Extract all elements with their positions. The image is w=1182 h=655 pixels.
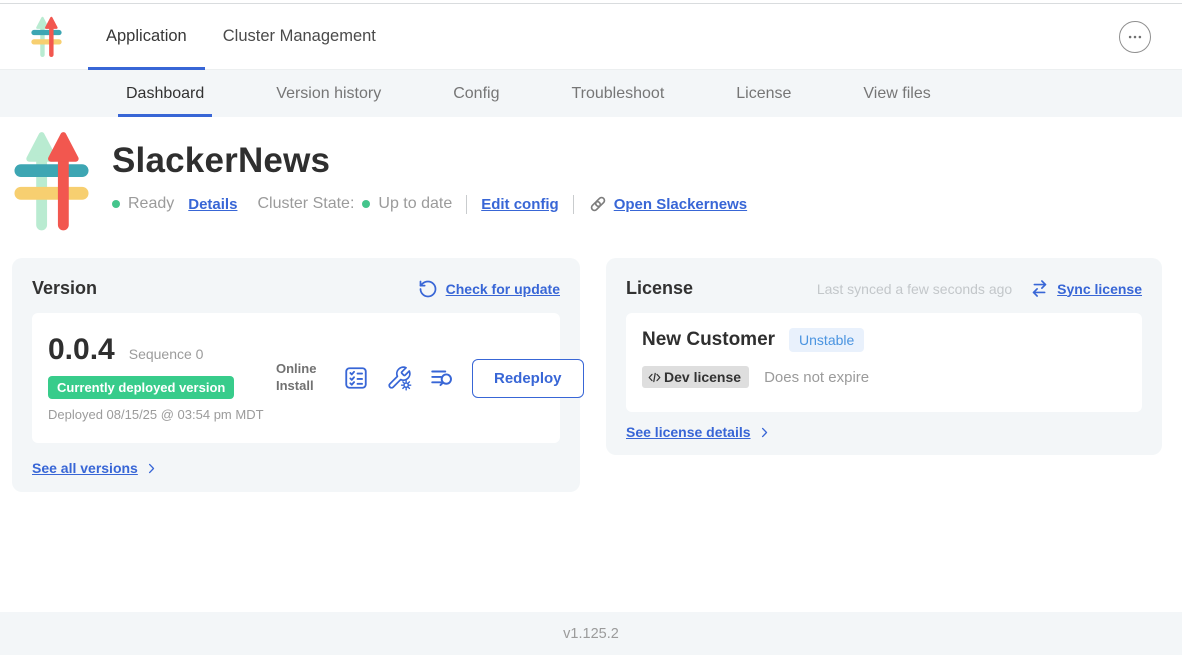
sync-license-link[interactable]: Sync license: [1057, 281, 1142, 297]
subtab-view-files-label: View files: [863, 85, 930, 103]
cluster-state-dot: [362, 200, 370, 208]
check-for-update-link[interactable]: Check for update: [446, 281, 560, 297]
details-link[interactable]: Details: [188, 196, 237, 213]
dashboard-cards: Version Check for update 0.0.4 Sequence …: [12, 258, 1162, 492]
license-type-badge: Dev license: [642, 366, 749, 388]
top-nav-tabs: Application Cluster Management: [88, 4, 394, 69]
version-card: Version Check for update 0.0.4 Sequence …: [12, 258, 580, 492]
app-status-dot: [112, 200, 120, 208]
divider: [573, 195, 574, 214]
more-options-button[interactable]: [1119, 21, 1151, 53]
channel-badge: Unstable: [789, 328, 864, 352]
page-title: SlackerNews: [112, 141, 747, 181]
check-update-icon: [418, 279, 438, 299]
top-navigation: Application Cluster Management: [0, 4, 1182, 70]
version-card-title: Version: [32, 278, 97, 299]
tab-application[interactable]: Application: [88, 4, 205, 69]
tab-cluster-management[interactable]: Cluster Management: [205, 4, 394, 69]
app-status-row: Ready Details Cluster State: Up to date …: [112, 194, 747, 214]
last-synced-text: Last synced a few seconds ago: [817, 281, 1012, 297]
see-license-details-link[interactable]: See license details: [626, 424, 751, 440]
ellipsis-icon: [1126, 28, 1144, 46]
chevron-right-icon: [145, 462, 158, 475]
sync-arrows-icon: [1030, 279, 1049, 298]
customer-name: New Customer: [642, 329, 775, 351]
subtab-version-history-label: Version history: [276, 85, 381, 103]
sequence-label: Sequence 0: [129, 346, 204, 362]
subtab-dashboard[interactable]: Dashboard: [118, 70, 212, 117]
cluster-state-value: Up to date: [378, 195, 452, 213]
cluster-state-label: Cluster State:: [257, 195, 354, 213]
edit-config-link[interactable]: Edit config: [481, 196, 559, 213]
tab-cluster-management-label: Cluster Management: [223, 27, 376, 46]
brand-logo-icon: [30, 4, 63, 69]
license-card-title: License: [626, 278, 693, 299]
license-card: License Last synced a few seconds ago Sy…: [606, 258, 1162, 455]
subtab-dashboard-label: Dashboard: [126, 85, 204, 103]
console-version: v1.125.2: [563, 626, 619, 642]
subtab-troubleshoot-label: Troubleshoot: [571, 85, 664, 103]
current-version-panel: 0.0.4 Sequence 0 Currently deployed vers…: [32, 313, 560, 443]
redeploy-button[interactable]: Redeploy: [472, 359, 584, 398]
view-files-icon[interactable]: [429, 365, 455, 391]
subtab-view-files[interactable]: View files: [855, 70, 938, 117]
app-sub-navigation: Dashboard Version history Config Trouble…: [0, 70, 1182, 117]
chain-link-icon: [588, 194, 608, 214]
footer: v1.125.2: [0, 612, 1182, 655]
app-logo-large-icon: [14, 130, 89, 238]
app-header: SlackerNews Ready Details Cluster State:…: [14, 130, 747, 238]
license-expiration: Does not expire: [764, 369, 869, 386]
subtab-version-history[interactable]: Version history: [268, 70, 389, 117]
code-brackets-icon: [647, 370, 662, 385]
subtab-license-label: License: [736, 85, 791, 103]
chevron-right-icon: [758, 426, 771, 439]
version-number: 0.0.4: [48, 333, 115, 367]
license-details-panel: New Customer Unstable Dev license Does n…: [626, 313, 1142, 412]
preflight-checks-icon[interactable]: [343, 365, 369, 391]
subtab-config[interactable]: Config: [445, 70, 507, 117]
divider: [466, 195, 467, 214]
deployed-status-badge: Currently deployed version: [48, 376, 234, 399]
subtab-troubleshoot[interactable]: Troubleshoot: [563, 70, 672, 117]
subtab-config-label: Config: [453, 85, 499, 103]
config-wrench-icon[interactable]: [386, 365, 412, 391]
open-app-link[interactable]: Open Slackernews: [614, 196, 747, 213]
deployed-timestamp: Deployed 08/15/25 @ 03:54 pm MDT: [48, 407, 266, 423]
app-status-text: Ready: [128, 195, 174, 213]
subtab-license[interactable]: License: [728, 70, 799, 117]
tab-application-label: Application: [106, 27, 187, 46]
license-type-label: Dev license: [664, 369, 741, 385]
see-all-versions-link[interactable]: See all versions: [32, 460, 138, 476]
install-type-label: Online Install: [276, 361, 326, 395]
